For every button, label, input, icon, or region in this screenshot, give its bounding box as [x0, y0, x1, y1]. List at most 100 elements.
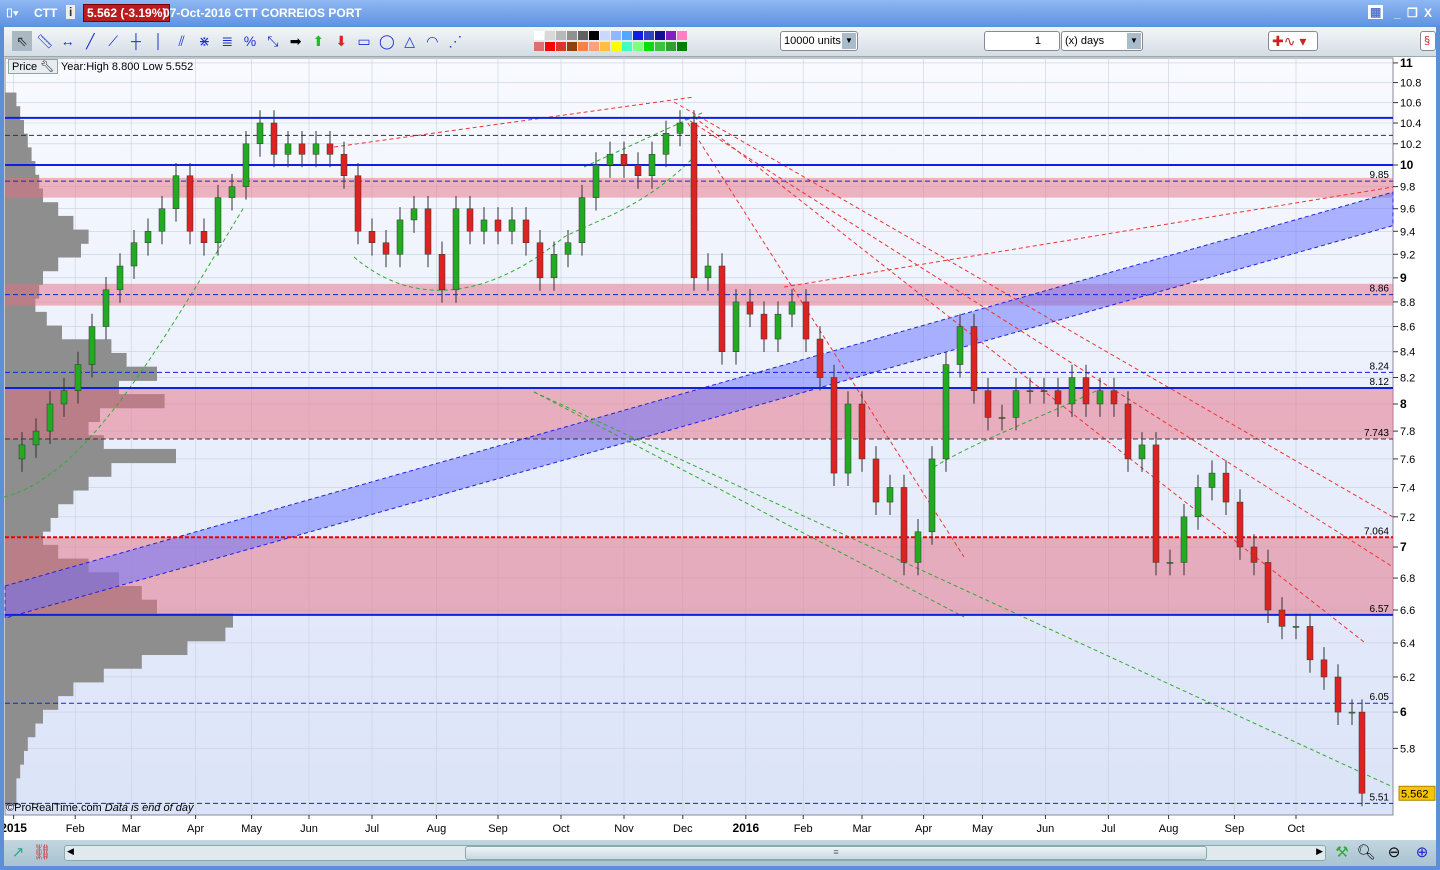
- candle: [704, 265, 712, 279]
- color-swatch[interactable]: [666, 42, 676, 51]
- chevron-down-icon[interactable]: ▼: [842, 33, 856, 49]
- candle: [1110, 390, 1118, 405]
- candle: [928, 458, 936, 533]
- channel-icon[interactable]: ⫽: [172, 31, 192, 51]
- gann-icon[interactable]: ⋰: [445, 31, 465, 51]
- period-stepper[interactable]: 1: [984, 31, 1060, 51]
- x-tick-label: Dec: [673, 823, 693, 835]
- link-candles-icon[interactable]: ⛓: [32, 843, 52, 863]
- color-swatch[interactable]: [589, 31, 599, 40]
- candle: [830, 377, 838, 474]
- color-swatch[interactable]: [655, 31, 665, 40]
- zoom-in-icon[interactable]: ⊕: [1412, 843, 1432, 863]
- period-unit-select[interactable]: (x) days ▼: [1061, 31, 1143, 51]
- wrench-icon[interactable]: 🔧︎: [40, 61, 54, 73]
- arrow-down-icon[interactable]: ⬇: [331, 31, 351, 51]
- zoom-fit-icon[interactable]: 🔍︎: [1356, 843, 1376, 863]
- info-icon[interactable]: i: [66, 5, 76, 19]
- keyboard-icon[interactable]: ▦: [1368, 5, 1384, 19]
- units-select[interactable]: 10000 units ▼: [780, 31, 858, 51]
- candle: [550, 254, 558, 279]
- color-swatch[interactable]: [589, 42, 599, 51]
- price-chart[interactable]: 9.85 8.86 8.24 8.12 7.743 7.064 6.57 6.05 5.51 11…: [4, 57, 1436, 840]
- ruler-icon[interactable]: 📏︎: [35, 31, 55, 51]
- candle: [956, 326, 964, 365]
- pointer-icon[interactable]: ⇖: [12, 31, 32, 51]
- candle: [1082, 377, 1090, 405]
- arrow-right-icon[interactable]: ➡: [286, 31, 306, 51]
- color-swatch[interactable]: [633, 31, 643, 40]
- fibonacci-icon[interactable]: ≣: [217, 31, 237, 51]
- color-swatch[interactable]: [567, 31, 577, 40]
- color-swatch[interactable]: [622, 31, 632, 40]
- fan-icon[interactable]: ◠: [422, 31, 442, 51]
- color-swatch[interactable]: [578, 42, 588, 51]
- color-swatch[interactable]: [644, 31, 654, 40]
- color-swatch[interactable]: [600, 42, 610, 51]
- scroll-right-icon[interactable]: ▶: [1316, 846, 1323, 857]
- color-swatch[interactable]: [556, 31, 566, 40]
- color-swatch[interactable]: [578, 31, 588, 40]
- candle: [312, 143, 320, 155]
- volume-profile-bar: [5, 736, 28, 751]
- candle: [620, 154, 628, 166]
- candle-settings-icon[interactable]: ⚒: [1332, 843, 1352, 863]
- chart-canvas[interactable]: 9.858.868.248.127.7437.0646.576.055.5111…: [4, 57, 1436, 840]
- zoom-out-icon[interactable]: ⊖: [1384, 843, 1404, 863]
- color-swatch[interactable]: [545, 42, 555, 51]
- candle: [60, 390, 68, 405]
- symbol-label[interactable]: CTT: [34, 6, 57, 20]
- rectangle-icon[interactable]: ▭: [354, 31, 374, 51]
- candle: [536, 242, 544, 279]
- color-swatch[interactable]: [633, 42, 643, 51]
- price-level-label: 5.51: [1370, 792, 1390, 803]
- candle: [522, 219, 530, 243]
- candle: [298, 143, 306, 155]
- horizontal-scrollbar[interactable]: ◀ ≡ ▶: [64, 845, 1326, 861]
- add-indicator-button[interactable]: ✚∿ ▾: [1268, 31, 1318, 51]
- chevron-down-icon[interactable]: ▼: [1127, 33, 1141, 49]
- parallel-lines-icon[interactable]: ⋇: [194, 31, 214, 51]
- color-swatch[interactable]: [545, 31, 555, 40]
- vertical-line-icon[interactable]: │: [149, 31, 169, 51]
- color-swatch[interactable]: [611, 31, 621, 40]
- color-swatch[interactable]: [677, 42, 687, 51]
- color-swatch[interactable]: [611, 42, 621, 51]
- restore-button[interactable]: ❐: [1407, 6, 1418, 20]
- arrow-up-icon[interactable]: ⬆: [308, 31, 328, 51]
- color-swatch[interactable]: [677, 31, 687, 40]
- candle: [1180, 516, 1188, 563]
- close-button[interactable]: X: [1424, 6, 1432, 20]
- color-swatch[interactable]: [534, 31, 544, 40]
- candle: [1026, 390, 1034, 392]
- color-swatch[interactable]: [655, 42, 665, 51]
- horizontal-segment-icon[interactable]: ↔: [58, 31, 78, 51]
- scrollbar-thumb[interactable]: ≡: [465, 846, 1207, 860]
- point-line-icon[interactable]: ⤡: [263, 31, 283, 51]
- line-icon[interactable]: ╱: [80, 31, 100, 51]
- price-tab[interactable]: Price 🔧︎: [8, 59, 59, 74]
- minimize-button[interactable]: _: [1394, 6, 1401, 20]
- y-tick-label: 5.8: [1400, 743, 1415, 755]
- y-tick-label: 9.2: [1400, 249, 1415, 261]
- color-swatch[interactable]: [666, 31, 676, 40]
- candle: [438, 254, 446, 291]
- side-panel-toggle[interactable]: §: [1420, 31, 1436, 51]
- color-swatch[interactable]: [644, 42, 654, 51]
- horizontal-line-icon[interactable]: ┼: [126, 31, 146, 51]
- color-swatch[interactable]: [622, 42, 632, 51]
- candle: [1068, 377, 1076, 405]
- candle: [1222, 472, 1230, 503]
- color-swatch[interactable]: [534, 42, 544, 51]
- color-swatch[interactable]: [600, 31, 610, 40]
- triangle-icon[interactable]: △: [400, 31, 420, 51]
- scroll-left-icon[interactable]: ◀: [67, 846, 74, 857]
- color-swatch[interactable]: [556, 42, 566, 51]
- percent-levels-icon[interactable]: %: [240, 31, 260, 51]
- segment-icon[interactable]: ⟋: [103, 31, 123, 51]
- chart-export-icon[interactable]: ↗: [8, 843, 28, 863]
- ellipse-icon[interactable]: ◯: [377, 31, 397, 51]
- y-tick-label: 7.8: [1400, 426, 1415, 438]
- candlestick-icon[interactable]: ⌷▾: [6, 6, 18, 21]
- color-swatch[interactable]: [567, 42, 577, 51]
